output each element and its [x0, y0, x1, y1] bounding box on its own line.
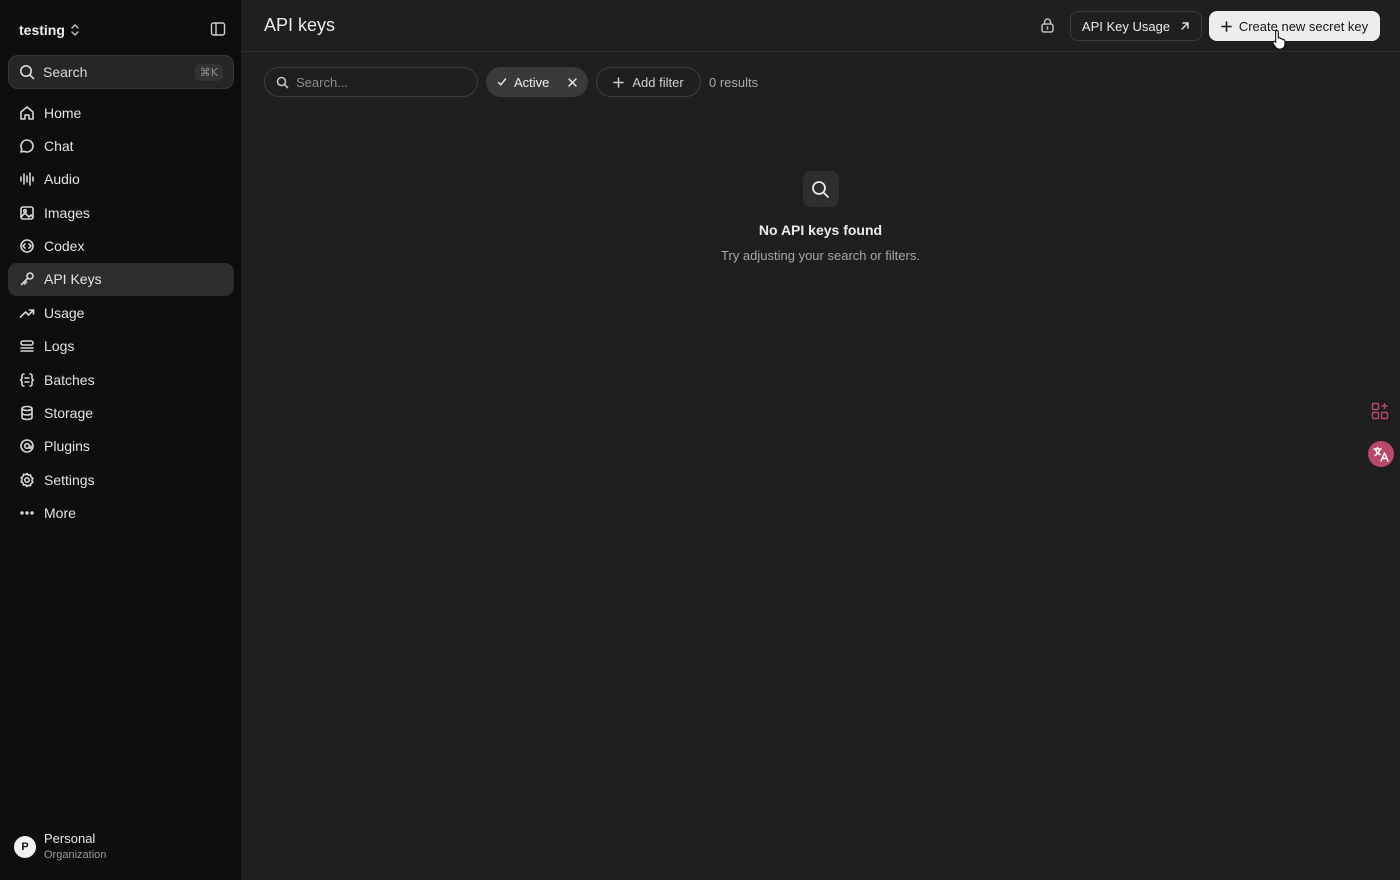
chevron-up-down-icon [70, 23, 80, 37]
usage-icon [18, 304, 35, 321]
project-switcher[interactable]: testing [19, 20, 229, 40]
add-filter-label: Add filter [632, 74, 684, 90]
key-search-field[interactable] [264, 67, 478, 97]
org-type: Organization [44, 849, 107, 861]
sidebar-item-label: Logs [44, 338, 75, 355]
main-content: API keys API Key Usage Create new secret… [241, 0, 1400, 880]
more-icon [18, 505, 35, 522]
plus-icon [1221, 20, 1232, 32]
logs-icon [18, 338, 35, 355]
storage-icon [18, 405, 35, 422]
pointer-cursor-icon [1272, 29, 1286, 49]
sidebar-item-audio[interactable]: Audio [8, 163, 234, 196]
sidebar-item-api-keys[interactable]: API Keys [8, 262, 234, 296]
sidebar-item-batches[interactable]: Batches [8, 363, 234, 396]
results-count: 0 results [709, 74, 759, 90]
key-search-input[interactable] [296, 74, 456, 90]
empty-state-subtitle: Try adjusting your search or filters. [721, 248, 920, 263]
plugins-icon [18, 438, 35, 455]
gear-icon [18, 471, 35, 488]
codex-icon [18, 238, 35, 255]
sidebar-item-label: Codex [44, 238, 85, 255]
org-text: Personal Organization [44, 830, 106, 863]
project-name: testing [19, 22, 65, 38]
sidebar-item-label: Home [44, 104, 82, 121]
sidebar-item-home[interactable]: Home [8, 96, 234, 129]
search-shortcut: ⌘K [194, 63, 223, 81]
page-title: API keys [264, 15, 336, 35]
key-icon [18, 271, 35, 288]
search-icon [276, 76, 289, 89]
sidebar-item-chat[interactable]: Chat [8, 129, 234, 162]
sidebar-item-codex[interactable]: Codex [8, 230, 234, 263]
app-root: testing Search ⌘K Home Chat Audio Images… [0, 0, 1400, 880]
batches-icon [18, 371, 35, 388]
active-filter-label: Active [514, 74, 550, 90]
home-icon [18, 104, 35, 121]
api-key-usage-button[interactable]: API Key Usage [1070, 11, 1202, 41]
sidebar: testing Search ⌘K Home Chat Audio Images… [0, 0, 241, 880]
sidebar-item-label: Audio [44, 171, 80, 188]
top-bar: API keys API Key Usage Create new secret… [241, 0, 1400, 52]
sidebar-item-label: Plugins [44, 438, 90, 455]
sidebar-nav: Home Chat Audio Images Codex API Keys Us… [8, 96, 234, 530]
sidebar-item-logs[interactable]: Logs [8, 330, 234, 363]
sidebar-item-label: Settings [44, 471, 95, 488]
sidebar-item-images[interactable]: Images [8, 196, 234, 229]
apps-sparkle-icon[interactable] [1370, 401, 1390, 421]
create-secret-key-label: Create new secret key [1238, 18, 1369, 34]
translate-icon[interactable] [1368, 441, 1394, 467]
sidebar-item-label: API Keys [44, 271, 102, 288]
empty-state: No API keys found Try adjusting your sea… [241, 171, 1400, 263]
active-filter-chip[interactable]: Active [486, 67, 588, 97]
sidebar-item-label: Chat [44, 137, 74, 154]
search-label: Search [43, 64, 88, 80]
create-secret-key-button[interactable]: Create new secret key [1209, 11, 1380, 41]
organization-switcher[interactable]: P Personal Organization [14, 830, 106, 863]
sidebar-item-label: Usage [44, 304, 85, 321]
sidebar-search[interactable]: Search ⌘K [8, 55, 234, 89]
plus-icon [613, 76, 625, 88]
audio-icon [18, 171, 35, 188]
external-link-icon [1180, 21, 1190, 31]
add-filter-button[interactable]: Add filter [596, 67, 701, 97]
search-icon [19, 64, 35, 80]
images-icon [18, 204, 35, 221]
chat-icon [18, 137, 35, 154]
sidebar-item-more[interactable]: More [8, 497, 234, 530]
empty-state-title: No API keys found [758, 222, 883, 238]
lock-icon[interactable] [1038, 16, 1056, 34]
sidebar-item-usage[interactable]: Usage [8, 296, 234, 329]
search-icon [802, 171, 839, 207]
sidebar-item-label: Batches [44, 371, 95, 388]
api-key-usage-label: API Key Usage [1081, 18, 1171, 34]
sidebar-item-label: Storage [44, 405, 94, 422]
sidebar-item-storage[interactable]: Storage [8, 397, 234, 430]
close-icon[interactable] [568, 77, 577, 87]
filter-bar: Active Add filter 0 results [264, 67, 758, 97]
check-icon [497, 77, 507, 87]
org-name: Personal [44, 831, 96, 846]
sidebar-item-plugins[interactable]: Plugins [8, 430, 234, 463]
avatar: P [14, 835, 36, 858]
sidebar-item-label: Images [44, 204, 90, 221]
sidebar-item-settings[interactable]: Settings [8, 463, 234, 496]
sidebar-toggle-icon[interactable] [209, 20, 227, 38]
sidebar-item-label: More [44, 505, 76, 522]
